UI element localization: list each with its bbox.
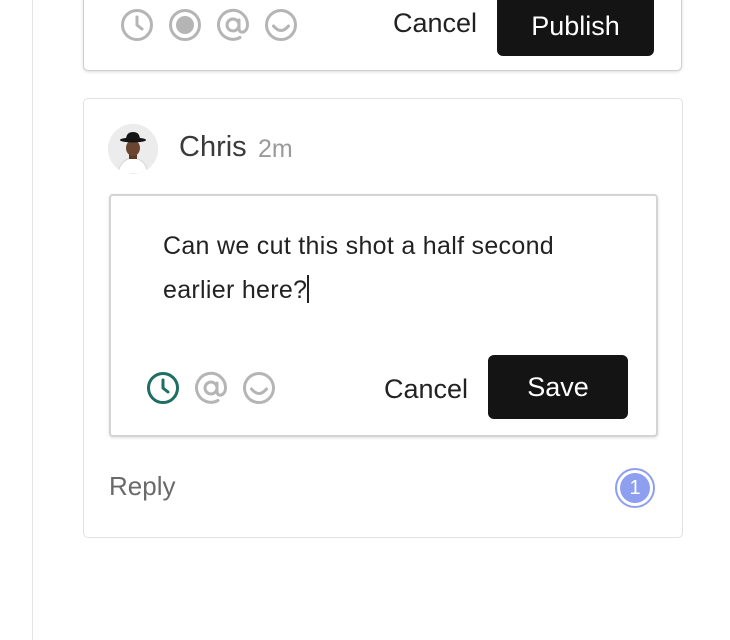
comment-edit-box[interactable]: Can we cut this shot a half second earli… — [109, 194, 658, 437]
emoji-icon[interactable] — [264, 8, 298, 42]
mention-icon[interactable] — [216, 8, 250, 42]
timestamp-icon[interactable] — [120, 8, 154, 42]
timestamp-icon[interactable] — [146, 371, 180, 405]
user-avatar-icon — [108, 124, 158, 174]
panel-divider — [32, 0, 33, 640]
text-caret — [307, 275, 309, 303]
avatar — [108, 124, 158, 174]
comment-timestamp: 2m — [258, 135, 293, 163]
reply-count: 1 — [620, 473, 650, 503]
reply-link[interactable]: Reply — [109, 473, 175, 499]
save-button[interactable]: Save — [488, 355, 628, 419]
comment-composer: Cancel Publish — [83, 0, 682, 71]
comment-edit-input[interactable]: Can we cut this shot a half second earli… — [163, 224, 623, 312]
comment-card: Chris 2m Can we cut this shot a half sec… — [83, 98, 683, 538]
mention-icon[interactable] — [194, 371, 228, 405]
record-icon[interactable] — [168, 8, 202, 42]
comment-author: Chris — [179, 131, 247, 163]
composer-cancel-button[interactable]: Cancel — [393, 10, 477, 37]
reply-count-badge[interactable]: 1 — [615, 468, 655, 508]
emoji-icon[interactable] — [242, 371, 276, 405]
edit-cancel-button[interactable]: Cancel — [384, 376, 468, 403]
comment-edit-text: Can we cut this shot a half second earli… — [163, 232, 554, 304]
publish-button[interactable]: Publish — [497, 0, 654, 56]
comments-panel: Cancel Publish Chris 2m Can we cut this … — [0, 0, 730, 640]
